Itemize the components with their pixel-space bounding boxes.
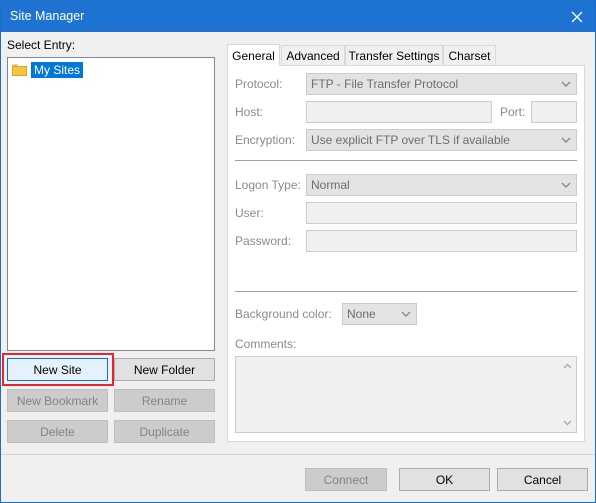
tree-item-label: My Sites <box>31 62 84 78</box>
folder-icon <box>12 64 27 76</box>
connect-button[interactable]: Connect <box>305 468 387 491</box>
ok-button[interactable]: OK <box>399 468 490 491</box>
close-icon <box>571 11 583 22</box>
user-input[interactable] <box>306 202 577 224</box>
comments-scrollbar[interactable] <box>559 357 576 432</box>
protocol-label: Protocol: <box>235 77 283 91</box>
site-tree[interactable]: My Sites <box>7 57 215 351</box>
port-label: Port: <box>500 105 526 119</box>
window-title: Site Manager <box>10 9 85 23</box>
comments-textarea[interactable] <box>235 356 577 433</box>
scroll-up-icon[interactable] <box>563 363 572 369</box>
user-label: User: <box>235 206 264 220</box>
rename-button[interactable]: Rename <box>114 389 215 412</box>
encryption-value: Use explicit FTP over TLS if available <box>311 133 510 147</box>
chevron-down-icon <box>561 182 571 188</box>
background-color-select[interactable]: None <box>342 303 417 325</box>
password-input[interactable] <box>306 230 577 252</box>
protocol-value: FTP - File Transfer Protocol <box>311 77 459 91</box>
tab-charset[interactable]: Charset <box>443 45 496 65</box>
tab-general[interactable]: General <box>227 44 280 66</box>
port-input[interactable] <box>531 101 577 123</box>
separator <box>235 160 577 161</box>
protocol-select[interactable]: FTP - File Transfer Protocol <box>306 73 577 95</box>
logon-type-value: Normal <box>311 178 350 192</box>
comments-label: Comments: <box>235 337 297 351</box>
footer-separator <box>1 454 595 455</box>
tab-transfer-settings[interactable]: Transfer Settings <box>345 45 443 65</box>
background-color-label: Background color: <box>235 307 332 321</box>
chevron-down-icon <box>561 81 571 87</box>
duplicate-button[interactable]: Duplicate <box>114 420 215 443</box>
host-input[interactable] <box>306 101 492 123</box>
new-site-button[interactable]: New Site <box>7 358 108 381</box>
new-bookmark-button[interactable]: New Bookmark <box>7 389 108 412</box>
delete-button[interactable]: Delete <box>7 420 108 443</box>
tab-advanced[interactable]: Advanced <box>281 45 345 65</box>
site-manager-window: Site Manager Select Entry: My Sites New … <box>0 0 596 503</box>
logon-type-select[interactable]: Normal <box>306 174 577 196</box>
tree-item-my-sites[interactable]: My Sites <box>12 61 84 79</box>
title-bar: Site Manager <box>1 1 595 32</box>
select-entry-label: Select Entry: <box>7 38 76 52</box>
logon-type-label: Logon Type: <box>235 178 301 192</box>
general-panel: Protocol: FTP - File Transfer Protocol H… <box>227 65 585 442</box>
separator <box>235 291 577 292</box>
host-label: Host: <box>235 105 264 119</box>
scroll-down-icon[interactable] <box>563 420 572 426</box>
encryption-label: Encryption: <box>235 133 296 147</box>
chevron-down-icon <box>561 137 571 143</box>
background-color-value: None <box>347 307 376 321</box>
cancel-button[interactable]: Cancel <box>497 468 588 491</box>
password-label: Password: <box>235 234 292 248</box>
encryption-select[interactable]: Use explicit FTP over TLS if available <box>306 129 577 151</box>
chevron-down-icon <box>401 311 411 317</box>
close-button[interactable] <box>559 1 595 32</box>
new-folder-button[interactable]: New Folder <box>114 358 215 381</box>
